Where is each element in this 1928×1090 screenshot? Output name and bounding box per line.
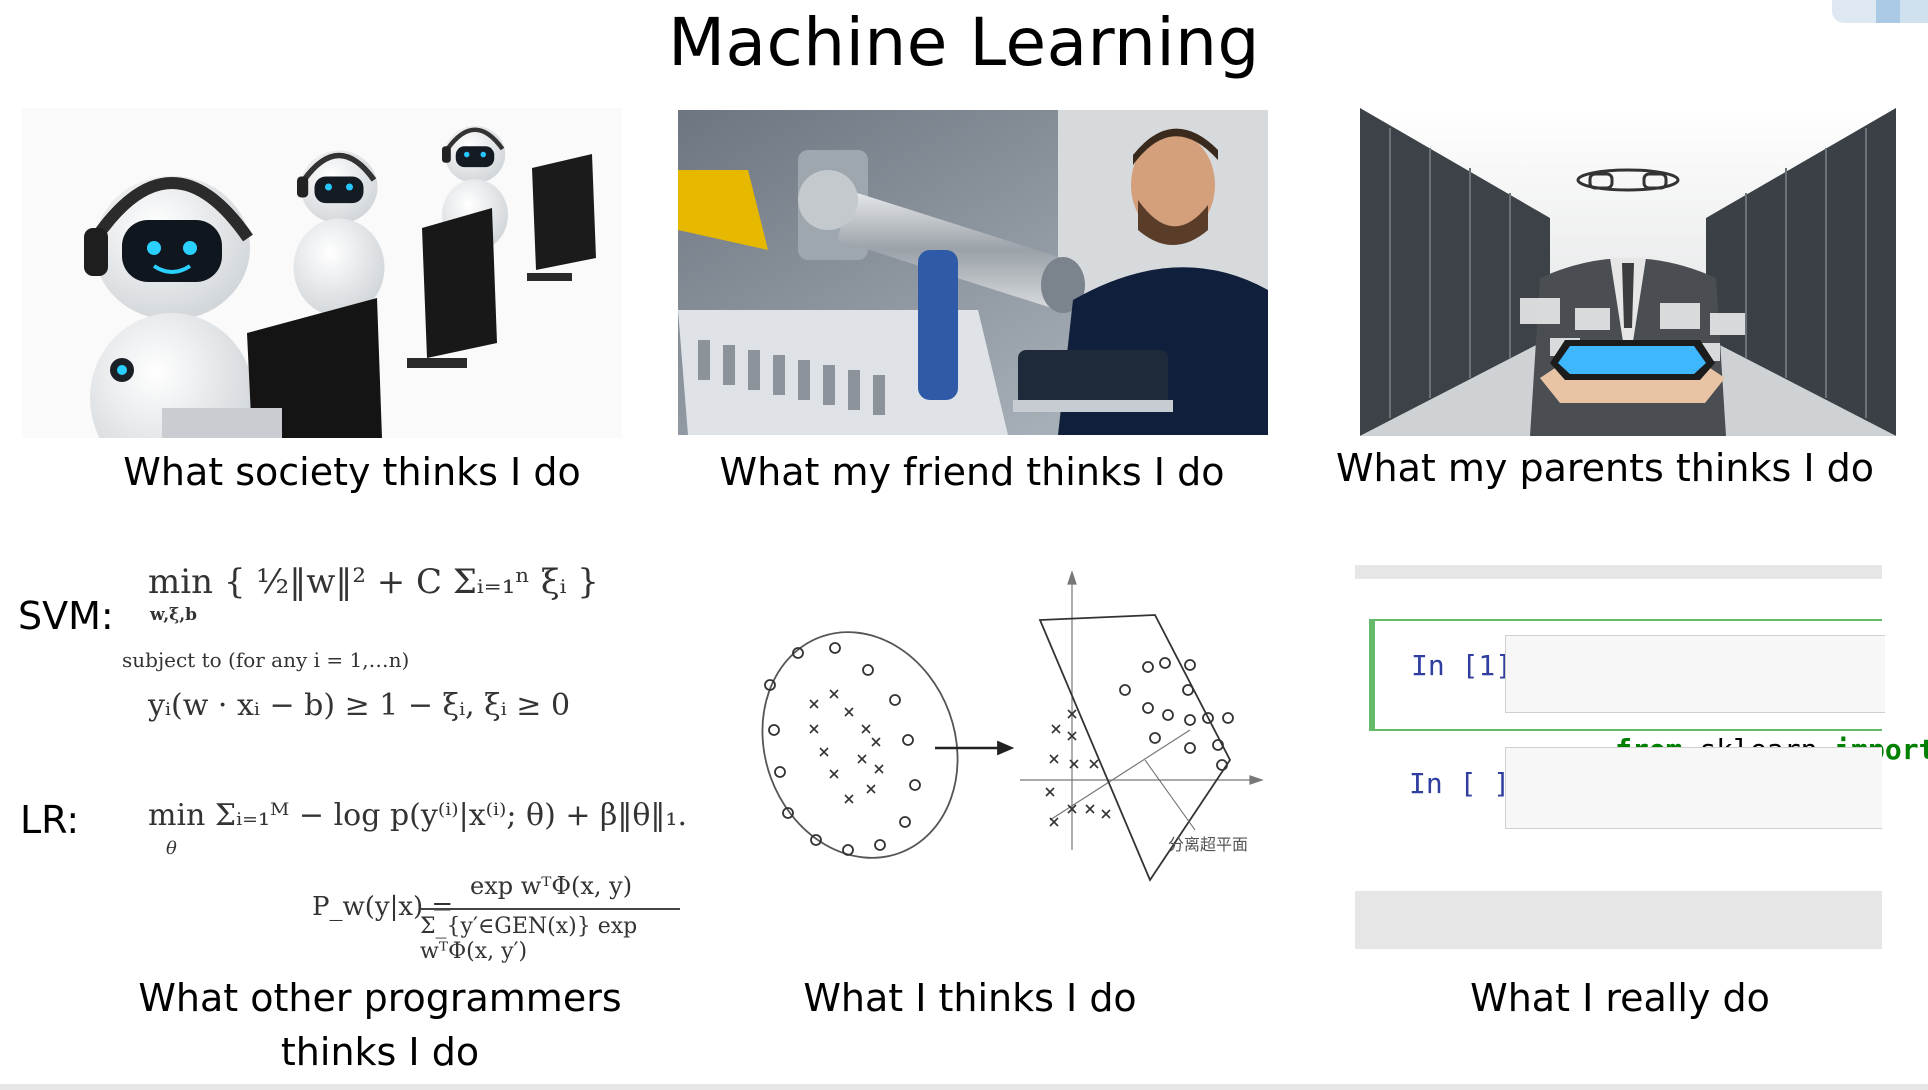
caption-programmers-line1: What other programmers xyxy=(138,976,622,1020)
bottom-border xyxy=(0,1084,1928,1090)
svm-constraint: yᵢ(w · xᵢ − b) ≥ 1 − ξᵢ, ξᵢ ≥ 0 xyxy=(148,688,571,723)
notebook-cell-empty[interactable]: In [ ]: xyxy=(1369,747,1882,837)
image-engineer-robot-arm xyxy=(678,110,1268,435)
hyperplane-label: 分离超平面 xyxy=(1168,835,1248,854)
notebook-cell-active[interactable]: In [1]: from sklearn import svm xyxy=(1369,619,1928,766)
equations-panel: SVM: min { ½‖w‖² + C Σᵢ₌₁ⁿ ξᵢ } w,ξ,b su… xyxy=(0,520,700,964)
svm-kernel-diagram: 分离超平面 xyxy=(750,560,1270,900)
lr-objective-subscript: θ xyxy=(166,838,177,859)
crf-fraction-bar xyxy=(420,908,680,910)
lr-objective: min Σᵢ₌₁ᴹ − log p(y⁽ⁱ⁾|x⁽ⁱ⁾; θ) + β‖θ‖₁. xyxy=(148,798,687,833)
projected-x-markers xyxy=(1045,709,1111,827)
notebook-area: In [1]: from sklearn import svm In [ ]: xyxy=(1355,579,1928,891)
cell1-code-input[interactable]: from sklearn import svm xyxy=(1505,635,1928,766)
caption-friend: What my friend thinks I do xyxy=(719,450,1225,494)
lr-label: LR: xyxy=(20,798,80,842)
caption-really: What I really do xyxy=(1470,976,1770,1020)
outer-class-o-markers xyxy=(764,642,921,856)
image-server-room-tablet xyxy=(1360,108,1896,436)
notebook-top-bar xyxy=(1355,565,1882,579)
svm-objective-subscript: w,ξ,b xyxy=(150,605,198,625)
svm-subject-to: subject to (for any i = 1,…n) xyxy=(122,648,410,672)
corner-decoration xyxy=(1832,0,1928,23)
caption-parents: What my parents thinks I do xyxy=(1335,446,1875,490)
notebook-bottom-bar xyxy=(1355,891,1882,949)
feature-space-axes xyxy=(1020,570,1264,850)
svm-label: SVM: xyxy=(18,594,114,638)
inner-class-x-markers xyxy=(809,689,884,804)
crf-denominator: Σ_{y′∈GEN(x)} exp wᵀΦ(x, y′) xyxy=(420,914,638,964)
transform-arrow xyxy=(935,740,1015,756)
cell2-code-input[interactable] xyxy=(1505,747,1882,829)
svm-objective: min { ½‖w‖² + C Σᵢ₌₁ⁿ ξᵢ } xyxy=(148,562,599,602)
class-boundary-ellipse xyxy=(761,631,959,859)
projected-o-markers xyxy=(1119,657,1234,771)
crf-numerator: exp wᵀΦ(x, y) xyxy=(470,872,633,900)
page-title: Machine Learning xyxy=(668,4,1260,81)
caption-society: What society thinks I do xyxy=(123,450,581,494)
caption-programmers-line2: thinks I do xyxy=(280,1030,480,1074)
caption-i-think: What I thinks I do xyxy=(803,976,1137,1020)
robot-middle xyxy=(293,150,385,317)
image-robots-at-computers xyxy=(22,108,622,438)
